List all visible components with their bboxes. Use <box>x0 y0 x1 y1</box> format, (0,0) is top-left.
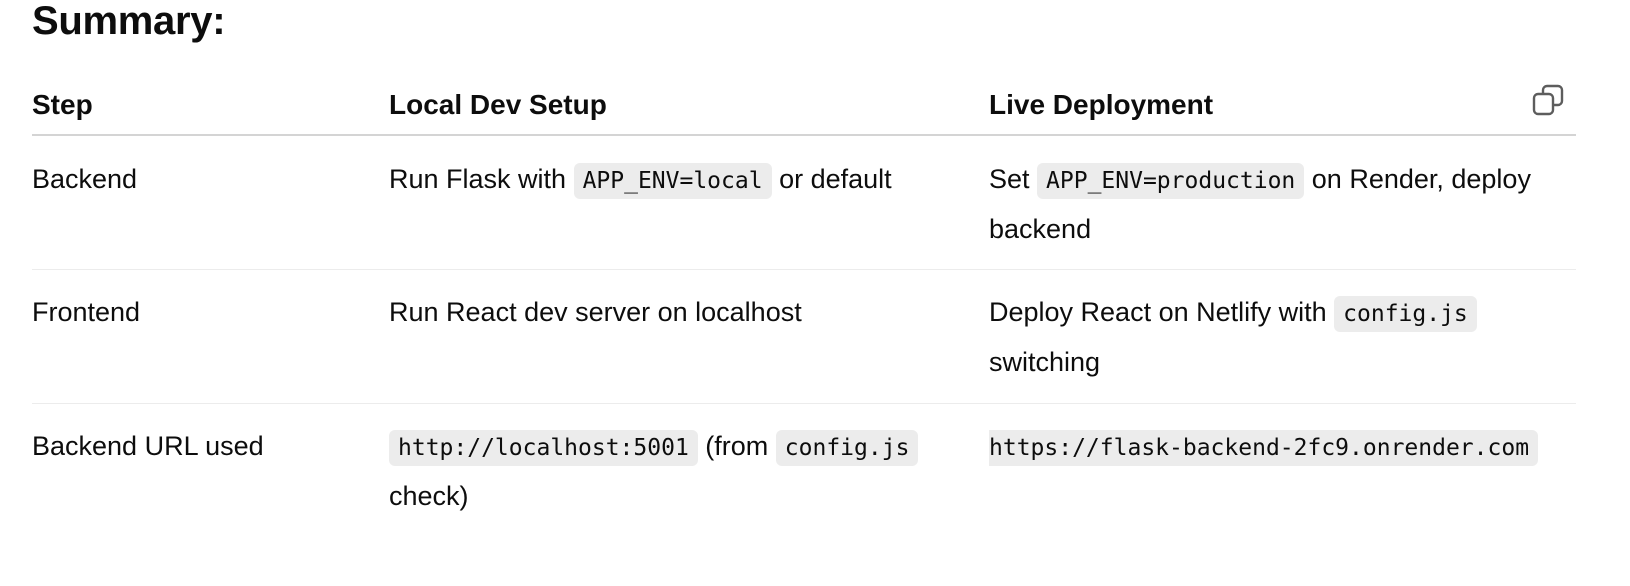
cell-text: (from <box>697 431 776 461</box>
header-step: Step <box>32 76 389 136</box>
table-row: Frontend Run React dev server on localho… <box>32 269 1576 404</box>
table-row: Backend Run Flask with APP_ENV=local or … <box>32 135 1576 270</box>
cell-live: https://flask-backend-2fc9.onrender.com <box>989 404 1576 527</box>
inline-code: APP_ENV=production <box>1037 163 1305 199</box>
inline-code: config.js <box>775 430 919 466</box>
cell-step: Backend <box>32 135 389 270</box>
inline-code: APP_ENV=local <box>573 163 772 199</box>
cell-live: Deploy React on Netlify with config.js s… <box>989 269 1576 404</box>
inline-code: config.js <box>1334 296 1477 332</box>
cell-local: http://localhost:5001 (from config.js ch… <box>389 404 989 527</box>
cell-text: or default <box>771 164 892 194</box>
inline-code: http://localhost:5001 <box>389 430 698 466</box>
cell-text: check) <box>389 481 469 511</box>
cell-local: Run React dev server on localhost <box>389 269 989 404</box>
cell-step: Backend URL used <box>32 431 264 461</box>
table-row: Backend URL used http://localhost:5001 (… <box>32 404 1576 527</box>
header-live-deployment: Live Deployment <box>989 76 1576 136</box>
cell-text: Run Flask with <box>389 164 574 194</box>
cell-text: switching <box>989 347 1101 377</box>
summary-table: Step Local Dev Setup Live Deployment Bac… <box>32 76 1576 526</box>
header-local-dev-setup: Local Dev Setup <box>389 76 989 136</box>
cell-text: Set <box>989 164 1038 194</box>
cell-local: Run Flask with APP_ENV=local or default <box>389 135 989 270</box>
cell-text: Run React dev server on localhost <box>389 297 802 327</box>
table-header-row: Step Local Dev Setup Live Deployment <box>32 76 1576 136</box>
inline-code: https://flask-backend-2fc9.onrender.com <box>989 430 1539 466</box>
summary-page: Summary: Step Local Dev Setup Live Deplo… <box>0 0 1630 586</box>
cell-text: Deploy React on Netlify with <box>989 297 1335 327</box>
cell-step: Frontend <box>32 269 389 404</box>
cell-live: Set APP_ENV=production on Render, deploy… <box>989 135 1576 270</box>
summary-heading: Summary: <box>32 0 226 43</box>
